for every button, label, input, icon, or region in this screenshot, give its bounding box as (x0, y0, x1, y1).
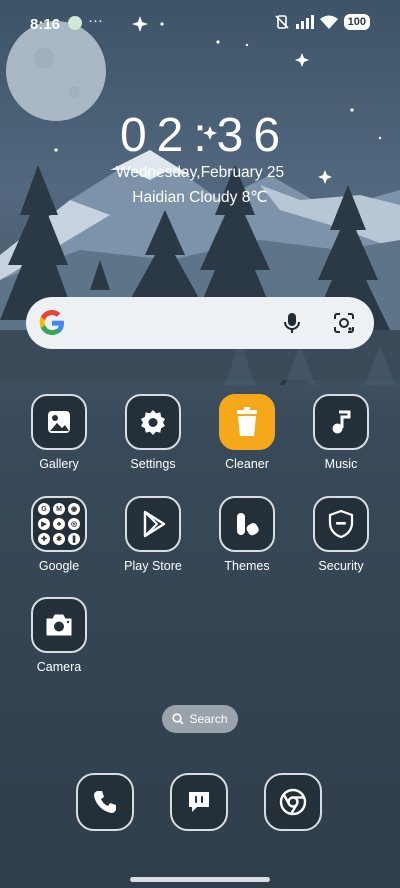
app-camera[interactable]: Camera (19, 597, 99, 674)
clock-date[interactable]: Wednesday,February 25 (0, 164, 400, 182)
gallery-icon (31, 394, 87, 450)
search-icon (172, 713, 185, 725)
app-cleaner[interactable]: Cleaner (207, 394, 287, 471)
message-icon (189, 792, 209, 812)
shield-icon (313, 496, 369, 552)
clock-time[interactable]: 02:36 (0, 108, 400, 163)
signal-icon (295, 15, 314, 29)
app-label: Themes (224, 559, 270, 573)
app-google-folder[interactable]: G M ◉ ▶ ♣ ◎ ✚ ✱ ❚ Google (19, 496, 99, 573)
battery-icon: 100 (343, 14, 370, 30)
dock-phone[interactable] (76, 773, 134, 831)
app-label: Gallery (39, 457, 79, 471)
vibrate-off-icon (275, 15, 289, 29)
app-label: Camera (36, 660, 82, 674)
folder-app-glyph: ▶ (38, 518, 50, 530)
folder-app-glyph: ❚ (68, 533, 80, 545)
google-logo-icon (39, 310, 64, 335)
app-themes[interactable]: Themes (207, 496, 287, 573)
music-note-icon (313, 394, 369, 450)
app-music[interactable]: Music (301, 394, 381, 471)
folder-app-glyph: G (38, 503, 50, 515)
dock-chrome[interactable] (264, 773, 322, 831)
play-store-icon (125, 496, 181, 552)
google-search-bar[interactable] (26, 297, 374, 349)
camera-icon (31, 597, 87, 653)
app-label: Music (324, 457, 358, 471)
gear-icon (125, 394, 181, 450)
trash-icon (219, 394, 275, 450)
overflow-dots: ··· (88, 12, 103, 29)
status-time: 8:16 (30, 16, 61, 33)
status-icons: 100 (274, 14, 370, 30)
wifi-icon (319, 15, 338, 29)
lens-icon[interactable] (332, 311, 356, 335)
app-search-button[interactable]: Search (162, 705, 238, 733)
notification-icon (68, 16, 82, 30)
folder-app-glyph: ✚ (38, 533, 50, 545)
chrome-icon (279, 788, 307, 816)
app-label: Settings (130, 457, 176, 471)
app-play-store[interactable]: Play Store (113, 496, 193, 573)
app-label: Security (318, 559, 364, 573)
folder-app-glyph: M (53, 503, 65, 515)
status-bar: 8:16 ··· 100 (0, 0, 400, 48)
folder-app-glyph: ◎ (68, 518, 80, 530)
folder-app-glyph: ✱ (53, 533, 65, 545)
app-gallery[interactable]: Gallery (19, 394, 99, 471)
dock-messages[interactable] (170, 773, 228, 831)
mic-icon[interactable] (280, 311, 304, 335)
search-label: Search (189, 712, 228, 726)
folder-app-glyph: ♣ (53, 518, 65, 530)
weather-info[interactable]: Haidian Cloudy 8℃ (0, 188, 400, 207)
home-screen: 8:16 ··· 100 02:36 Wednesday,February 25… (0, 0, 400, 888)
gesture-nav-bar[interactable] (130, 877, 270, 882)
folder-app-glyph: ◉ (68, 503, 80, 515)
google-folder-icon: G M ◉ ▶ ♣ ◎ ✚ ✱ ❚ (31, 496, 87, 552)
app-security[interactable]: Security (301, 496, 381, 573)
app-settings[interactable]: Settings (113, 394, 193, 471)
app-label: Google (38, 559, 80, 573)
app-label: Play Store (124, 559, 182, 573)
themes-icon (219, 496, 275, 552)
phone-icon (94, 791, 116, 813)
app-label: Cleaner (225, 457, 269, 471)
